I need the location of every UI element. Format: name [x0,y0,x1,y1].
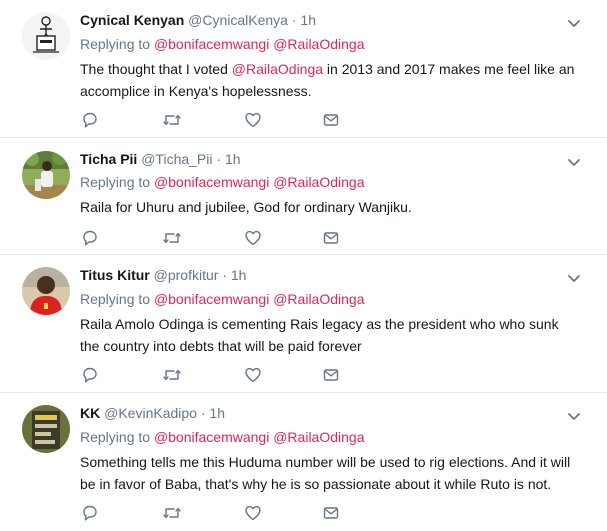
retweet-icon[interactable] [162,365,182,385]
separator-dot: · [291,12,297,28]
like-icon[interactable] [243,365,263,385]
mention-link[interactable]: @RailaOdinga [273,174,364,190]
separator-dot: · [216,151,222,167]
tweet-header: Ticha Pii @Ticha_Pii · 1h [80,149,241,169]
avatar[interactable] [22,12,70,60]
reply-icon[interactable] [80,228,100,248]
tweet-actions [80,503,340,523]
avatar[interactable] [22,267,70,315]
direct-message-icon[interactable] [321,110,341,130]
reply-icon[interactable] [80,503,100,523]
timestamp[interactable]: 1h [231,267,247,283]
mention-link[interactable]: @bonifacemwangi [154,174,269,190]
retweet-icon[interactable] [162,503,182,523]
like-icon[interactable] [243,503,263,523]
tweet-actions [80,228,340,248]
timestamp[interactable]: 1h [300,12,316,28]
mention-link[interactable]: @bonifacemwangi [154,36,269,52]
tweet[interactable]: Titus Kitur @profkitur · 1h Replying to … [0,255,607,393]
mention-link[interactable]: @bonifacemwangi [154,429,269,445]
direct-message-icon[interactable] [321,228,341,248]
tweet-actions [80,110,340,130]
replying-to: Replying to @bonifacemwangi @RailaOdinga [80,34,364,54]
timestamp[interactable]: 1h [225,151,241,167]
tweet[interactable]: Ticha Pii @Ticha_Pii · 1h Replying to @b… [0,138,607,255]
retweet-icon[interactable] [162,228,182,248]
avatar[interactable] [22,151,70,199]
retweet-icon[interactable] [162,110,182,130]
replying-to-label: Replying to [80,291,151,307]
reply-icon[interactable] [80,365,100,385]
display-name[interactable]: KK [80,405,100,421]
tweet-text-part: The thought that I voted [80,61,232,77]
chevron-down-icon[interactable] [567,16,581,27]
direct-message-icon[interactable] [321,365,341,385]
replying-to: Replying to @bonifacemwangi @RailaOdinga [80,172,364,192]
replying-to: Replying to @bonifacemwangi @RailaOdinga [80,427,364,447]
replying-to-label: Replying to [80,174,151,190]
replying-to-label: Replying to [80,429,151,445]
tweet[interactable]: KK @KevinKadipo · 1h Replying to @bonifa… [0,393,607,531]
mention-link[interactable]: @RailaOdinga [273,36,364,52]
tweet-replies-feed: Cynical Kenyan @CynicalKenya · 1h Replyi… [0,0,607,531]
chevron-down-icon[interactable] [567,409,581,420]
like-icon[interactable] [243,110,263,130]
tweet-actions [80,365,340,385]
separator-dot: · [200,405,206,421]
tweet-header: Cynical Kenyan @CynicalKenya · 1h [80,10,316,30]
reply-icon[interactable] [80,110,100,130]
tweet-header: Titus Kitur @profkitur · 1h [80,265,246,285]
tweet-text: The thought that I voted @RailaOdinga in… [80,58,580,102]
separator-dot: · [222,267,227,283]
mention-link[interactable]: @RailaOdinga [232,61,323,77]
user-handle[interactable]: @KevinKadipo [104,405,197,421]
avatar[interactable] [22,405,70,453]
mention-link[interactable]: @bonifacemwangi [154,291,269,307]
chevron-down-icon[interactable] [567,271,581,282]
display-name[interactable]: Cynical Kenyan [80,12,184,28]
direct-message-icon[interactable] [321,503,341,523]
display-name[interactable]: Titus Kitur [80,267,150,283]
user-handle[interactable]: @profkitur [154,267,219,283]
tweet-text: Something tells me this Huduma number wi… [80,454,571,492]
tweet[interactable]: Cynical Kenyan @CynicalKenya · 1h Replyi… [0,0,607,138]
tweet-text: Raila for Uhuru and jubilee, God for ord… [80,199,412,215]
timestamp[interactable]: 1h [209,405,225,421]
display-name[interactable]: Ticha Pii [80,151,137,167]
mention-link[interactable]: @RailaOdinga [273,429,364,445]
chevron-down-icon[interactable] [567,155,581,166]
tweet-text: Raila Amolo Odinga is cementing Rais leg… [80,316,559,354]
tweet-header: KK @KevinKadipo · 1h [80,403,225,423]
like-icon[interactable] [243,228,263,248]
replying-to-label: Replying to [80,36,151,52]
user-handle[interactable]: @Ticha_Pii [141,151,212,167]
user-handle[interactable]: @CynicalKenya [188,12,288,28]
replying-to: Replying to @bonifacemwangi @RailaOdinga [80,289,364,309]
mention-link[interactable]: @RailaOdinga [273,291,364,307]
